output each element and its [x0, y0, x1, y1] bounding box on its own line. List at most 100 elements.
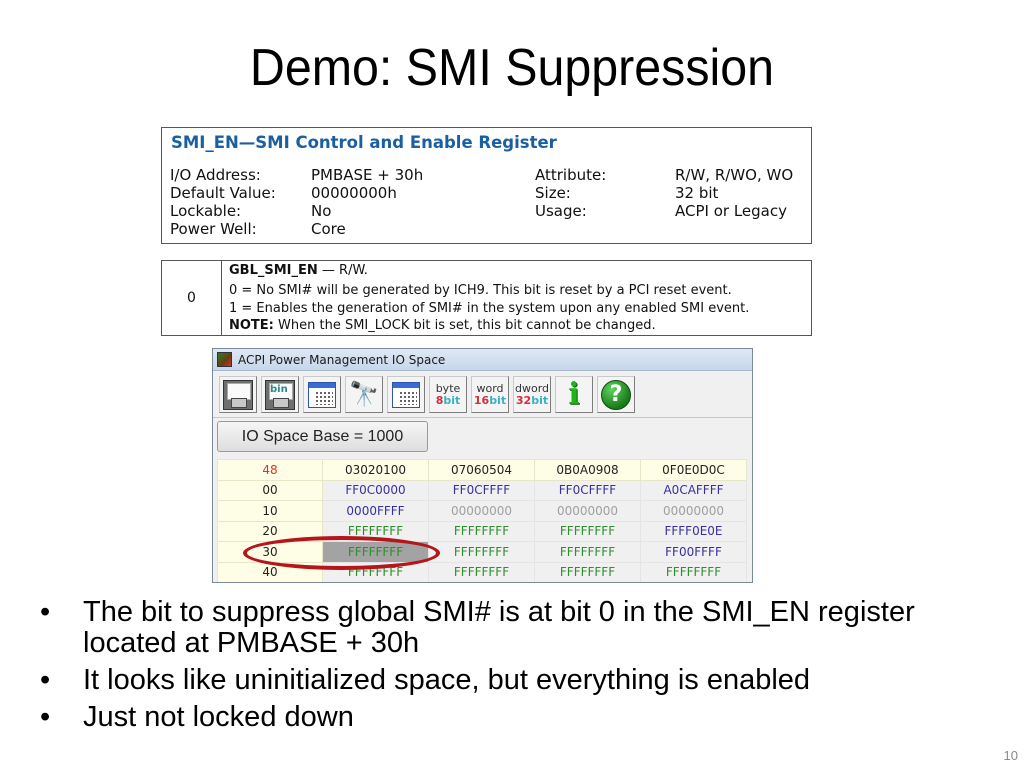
field-label: Power Well:: [170, 220, 257, 238]
help-button[interactable]: ?: [597, 376, 635, 413]
info-icon: i: [568, 376, 580, 412]
register-title: SMI_EN—SMI Control and Enable Register: [171, 133, 557, 152]
grid-header-row: 48 03020100 07060504 0B0A0908 0F0E0D0C: [217, 459, 747, 481]
export-button[interactable]: [303, 376, 341, 413]
grid-cell[interactable]: FFFFFFFF: [534, 561, 641, 582]
column-header: 07060504: [428, 459, 535, 481]
field-value: R/W, R/WO, WO: [675, 166, 794, 184]
toolbar: bin 🔭 byte 8bit word 16bit dword 32bit i…: [219, 376, 635, 414]
floppy-bin-icon: bin: [265, 379, 295, 410]
io-space-grid: 48 03020100 07060504 0B0A0908 0F0E0D0C 0…: [217, 459, 747, 582]
bit-access: — R/W.: [317, 263, 368, 278]
field-value: ACPI or Legacy: [675, 202, 787, 220]
bit-value-0-desc: 0 = No SMI# will be generated by ICH9. T…: [229, 283, 732, 298]
row-offset: 00: [217, 479, 323, 501]
window-titlebar[interactable]: ACPI Power Management IO Space: [213, 349, 752, 371]
note-text: When the SMI_LOCK bit is set, this bit c…: [273, 318, 656, 333]
grid-row: 30 FFFFFFFF FFFFFFFF FFFFFFFF FF00FFFF: [217, 541, 747, 563]
grid-cell-selected[interactable]: FFFFFFFF: [322, 541, 429, 563]
bit-value-1-desc: 1 = Enables the generation of SMI# in th…: [229, 301, 750, 316]
grid-cell[interactable]: 00000000: [640, 500, 747, 522]
grid-cell[interactable]: FFFFFFFF: [322, 520, 429, 542]
byte-view-button[interactable]: byte 8bit: [429, 376, 467, 413]
save-button[interactable]: [219, 376, 257, 413]
info-button[interactable]: i: [555, 376, 593, 413]
byte-unit: bit: [443, 393, 461, 407]
find-button[interactable]: 🔭: [345, 376, 383, 413]
grid-cell[interactable]: FF00FFFF: [640, 541, 747, 563]
column-header: 0F0E0D0C: [640, 459, 747, 481]
row-offset: 40: [217, 561, 323, 582]
bullet-item: It looks like uninitialized space, but e…: [40, 665, 1010, 697]
field-value: 32 bit: [675, 184, 719, 202]
field-label: Attribute:: [535, 166, 607, 184]
dword-bits: 32: [515, 393, 532, 407]
grid-cell[interactable]: FFFFFFFF: [534, 541, 641, 563]
dword-32bit-icon: dword 32bit: [515, 382, 549, 407]
byte-8bit-icon: byte 8bit: [436, 382, 461, 407]
bin-label: bin: [270, 383, 288, 395]
grid-cell[interactable]: FFFFFFFF: [428, 541, 535, 563]
bullet-item: Just not locked down: [40, 702, 1010, 734]
grid-cell[interactable]: FF0CFFFF: [534, 479, 641, 501]
compare-button[interactable]: [387, 376, 425, 413]
field-value: Core: [311, 220, 346, 238]
grid-cell[interactable]: FFFFFFFF: [322, 561, 429, 582]
word-bits: 16: [473, 393, 490, 407]
grid-cell[interactable]: 00000000: [534, 500, 641, 522]
toolbar-divider: [213, 417, 752, 418]
bullet-item: The bit to suppress global SMI# is at bi…: [40, 597, 1010, 659]
grid-corner-cell: 48: [217, 459, 323, 481]
row-offset: 20: [217, 520, 323, 542]
grid-cell[interactable]: FFFFFFFF: [640, 561, 747, 582]
grid-cell[interactable]: FF0C0000: [322, 479, 429, 501]
field-value: 00000000h: [311, 184, 397, 202]
page-number: 10: [1003, 748, 1018, 763]
dword-view-button[interactable]: dword 32bit: [513, 376, 551, 413]
bit-name: GBL_SMI_EN: [229, 263, 318, 278]
dword-unit: bit: [531, 393, 549, 407]
window-title: ACPI Power Management IO Space: [238, 352, 446, 367]
app-icon: [217, 352, 232, 367]
grid-row: 00 FF0C0000 FF0CFFFF FF0CFFFF A0CAFFFF: [217, 479, 747, 501]
export-table-icon: [308, 381, 336, 408]
row-offset: 30: [217, 541, 323, 563]
bit-name-line: GBL_SMI_EN — R/W.: [229, 262, 368, 279]
grid-row: 40 FFFFFFFF FFFFFFFF FFFFFFFF FFFFFFFF: [217, 561, 747, 582]
column-header: 0B0A0908: [534, 459, 641, 481]
register-summary-box: SMI_EN—SMI Control and Enable Register I…: [161, 127, 812, 244]
help-icon: ?: [601, 379, 631, 410]
field-label: Usage:: [535, 202, 587, 220]
bit-note: NOTE: When the SMI_LOCK bit is set, this…: [229, 317, 656, 334]
field-label: Default Value:: [170, 184, 276, 202]
grid-cell[interactable]: FF0CFFFF: [428, 479, 535, 501]
grid-row: 10 0000FFFF 00000000 00000000 00000000: [217, 500, 747, 522]
binoculars-icon: 🔭: [349, 380, 379, 408]
acpi-io-space-window: ACPI Power Management IO Space bin 🔭 byt…: [212, 348, 753, 583]
column-header: 03020100: [322, 459, 429, 481]
word-16bit-icon: word 16bit: [473, 382, 507, 407]
save-binary-button[interactable]: bin: [261, 376, 299, 413]
bit-description-box: 0 GBL_SMI_EN — R/W. 0 = No SMI# will be …: [161, 260, 812, 336]
grid-cell[interactable]: FFFFFFFF: [428, 520, 535, 542]
floppy-disk-icon: [223, 379, 253, 410]
bit-number: 0: [162, 261, 222, 335]
grid-cell[interactable]: FFFFFFFF: [534, 520, 641, 542]
note-label: NOTE:: [229, 318, 274, 333]
grid-cell[interactable]: A0CAFFFF: [640, 479, 747, 501]
field-value: PMBASE + 30h: [311, 166, 424, 184]
grid-cell[interactable]: 0000FFFF: [322, 500, 429, 522]
field-label: Lockable:: [170, 202, 242, 220]
grid-row: 20 FFFFFFFF FFFFFFFF FFFFFFFF FFFF0E0E: [217, 520, 747, 542]
grid-cell[interactable]: 00000000: [428, 500, 535, 522]
grid-cell[interactable]: FFFFFFFF: [428, 561, 535, 582]
io-space-base-button[interactable]: IO Space Base = 1000: [217, 421, 428, 452]
field-value: No: [311, 202, 332, 220]
compare-tables-icon: [392, 381, 420, 408]
word-unit: bit: [489, 393, 507, 407]
field-label: Size:: [535, 184, 571, 202]
grid-cell[interactable]: FFFF0E0E: [640, 520, 747, 542]
word-view-button[interactable]: word 16bit: [471, 376, 509, 413]
row-offset: 10: [217, 500, 323, 522]
field-label: I/O Address:: [170, 166, 261, 184]
